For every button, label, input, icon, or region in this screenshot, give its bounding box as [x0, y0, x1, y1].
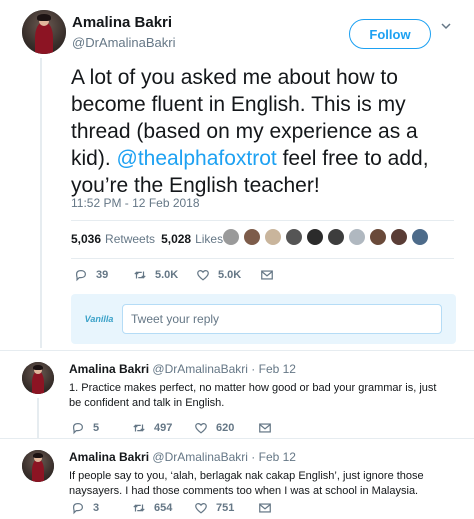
- retweet-icon: [134, 271, 146, 279]
- liker-avatar[interactable]: [264, 228, 282, 246]
- divider: [71, 258, 454, 259]
- like-button[interactable]: 620: [194, 421, 258, 435]
- reply-icon: [73, 503, 83, 515]
- avatar[interactable]: [22, 450, 54, 482]
- heart-icon: [195, 423, 207, 434]
- reply-date[interactable]: · Feb 12: [251, 450, 296, 464]
- envelope-icon: [261, 270, 273, 280]
- reply-date[interactable]: · Feb 12: [251, 362, 296, 376]
- timestamp[interactable]: 11:52 PM - 12 Feb 2018: [71, 196, 200, 210]
- retweet-icon: [133, 504, 145, 512]
- retweets-count: 5,036: [71, 232, 102, 246]
- reply-button[interactable]: 5: [71, 421, 132, 435]
- chevron-down-icon[interactable]: [439, 20, 453, 34]
- envelope-icon: [259, 423, 271, 433]
- liker-avatar[interactable]: [285, 228, 303, 246]
- like-count: 751: [216, 502, 235, 514]
- vanilla-logo: Vanilla: [84, 314, 114, 324]
- dm-button[interactable]: [260, 268, 282, 282]
- reply-count: 39: [96, 269, 109, 281]
- reply-actions: 3 654 751: [71, 501, 280, 515]
- like-count: 5.0K: [218, 269, 242, 281]
- author-handle[interactable]: @DrAmalinaBakri: [72, 35, 176, 50]
- like-button[interactable]: 5.0K: [196, 268, 260, 282]
- like-count: 620: [216, 422, 235, 434]
- divider: [0, 350, 474, 351]
- reply-icon: [73, 423, 83, 435]
- avatar[interactable]: [22, 10, 66, 54]
- divider: [0, 438, 474, 439]
- liker-avatar[interactable]: [222, 228, 240, 246]
- retweet-button[interactable]: 5.0K: [133, 268, 196, 282]
- liker-avatar[interactable]: [327, 228, 345, 246]
- likes-stat[interactable]: 5,028 Likes: [161, 232, 223, 246]
- mention-link[interactable]: @thealphafoxtrot: [117, 147, 277, 170]
- tweet-text: A lot of you asked me about how to becom…: [71, 64, 461, 199]
- author-name[interactable]: Amalina Bakri: [72, 14, 172, 31]
- reply-tweet[interactable]: Amalina Bakri @DrAmalinaBakri · Feb 12 I…: [0, 440, 474, 519]
- main-tweet: Amalina Bakri @DrAmalinaBakri Follow A l…: [0, 0, 474, 352]
- likes-label: Likes: [195, 232, 224, 246]
- reply-actions: 5 497 620: [71, 421, 280, 435]
- divider: [71, 220, 454, 221]
- envelope-icon: [259, 503, 271, 513]
- author-name[interactable]: Amalina Bakri: [69, 362, 149, 376]
- liker-avatar[interactable]: [369, 228, 387, 246]
- retweet-button[interactable]: 654: [132, 501, 194, 515]
- thread-connector-line: [37, 398, 39, 438]
- dm-button[interactable]: [258, 421, 280, 435]
- like-button[interactable]: 751: [194, 501, 258, 515]
- reply-composer: Vanilla Tweet your reply: [71, 294, 456, 344]
- engagement-stats: 5,036 Retweets 5,028 Likes: [71, 231, 229, 247]
- retweet-count: 5.0K: [155, 269, 179, 281]
- dm-button[interactable]: [258, 501, 280, 515]
- heart-icon: [197, 270, 209, 281]
- reply-count: 5: [93, 422, 100, 434]
- liker-avatar[interactable]: [411, 228, 429, 246]
- author-handle[interactable]: @DrAmalinaBakri: [152, 362, 248, 376]
- author-name[interactable]: Amalina Bakri: [69, 450, 149, 464]
- reply-button[interactable]: 39: [74, 268, 133, 282]
- liker-avatar[interactable]: [243, 228, 261, 246]
- reply-text: 1. Practice makes perfect, no matter how…: [69, 382, 437, 409]
- liker-avatar[interactable]: [306, 228, 324, 246]
- retweets-label: Retweets: [105, 232, 156, 246]
- tweet-actions: 39 5.0K 5.0K: [74, 266, 282, 284]
- reply-header: Amalina Bakri @DrAmalinaBakri · Feb 12: [69, 362, 296, 376]
- follow-button[interactable]: Follow: [349, 19, 431, 49]
- likes-count: 5,028: [161, 232, 192, 246]
- liker-avatar[interactable]: [390, 228, 408, 246]
- retweet-count: 497: [154, 422, 173, 434]
- reply-header: Amalina Bakri @DrAmalinaBakri · Feb 12: [69, 450, 296, 464]
- reply-icon: [76, 270, 86, 282]
- reply-button[interactable]: 3: [71, 501, 132, 515]
- heart-icon: [195, 503, 207, 514]
- retweets-stat[interactable]: 5,036 Retweets: [71, 232, 155, 246]
- reply-text: If people say to you, ‘alah, berlagak na…: [69, 470, 424, 497]
- liker-avatars: [222, 228, 432, 246]
- retweet-icon: [133, 424, 145, 432]
- author-handle[interactable]: @DrAmalinaBakri: [152, 450, 248, 464]
- reply-input[interactable]: Tweet your reply: [122, 304, 442, 334]
- retweet-count: 654: [154, 502, 173, 514]
- liker-avatar[interactable]: [348, 228, 366, 246]
- reply-count: 3: [93, 502, 100, 514]
- reply-tweet[interactable]: Amalina Bakri @DrAmalinaBakri · Feb 12 1…: [0, 352, 474, 440]
- avatar[interactable]: [22, 362, 54, 394]
- retweet-button[interactable]: 497: [132, 421, 194, 435]
